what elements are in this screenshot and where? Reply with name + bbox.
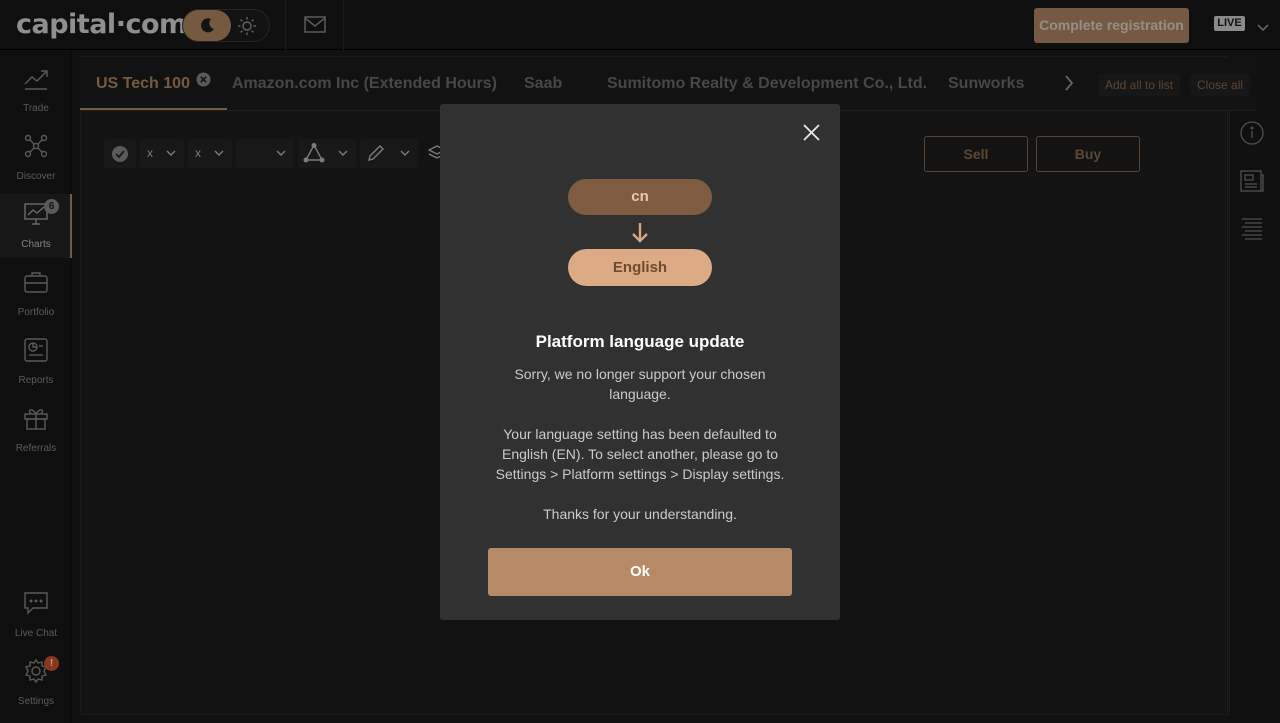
dialog-paragraph: Sorry, we no longer support your chosen … (514, 366, 766, 402)
ok-button[interactable]: Ok (488, 548, 792, 596)
dialog-paragraph: Your language setting has been defaulted… (495, 426, 785, 482)
new-language-pill: English (568, 249, 712, 286)
language-update-dialog: cn English Platform language update Sorr… (440, 104, 840, 620)
close-icon[interactable] (803, 124, 820, 146)
dialog-title: Platform language update (535, 332, 745, 351)
dialog-paragraph: Thanks for your understanding. (543, 506, 737, 522)
previous-language-pill: cn (568, 179, 712, 215)
arrow-down-icon (631, 222, 649, 249)
